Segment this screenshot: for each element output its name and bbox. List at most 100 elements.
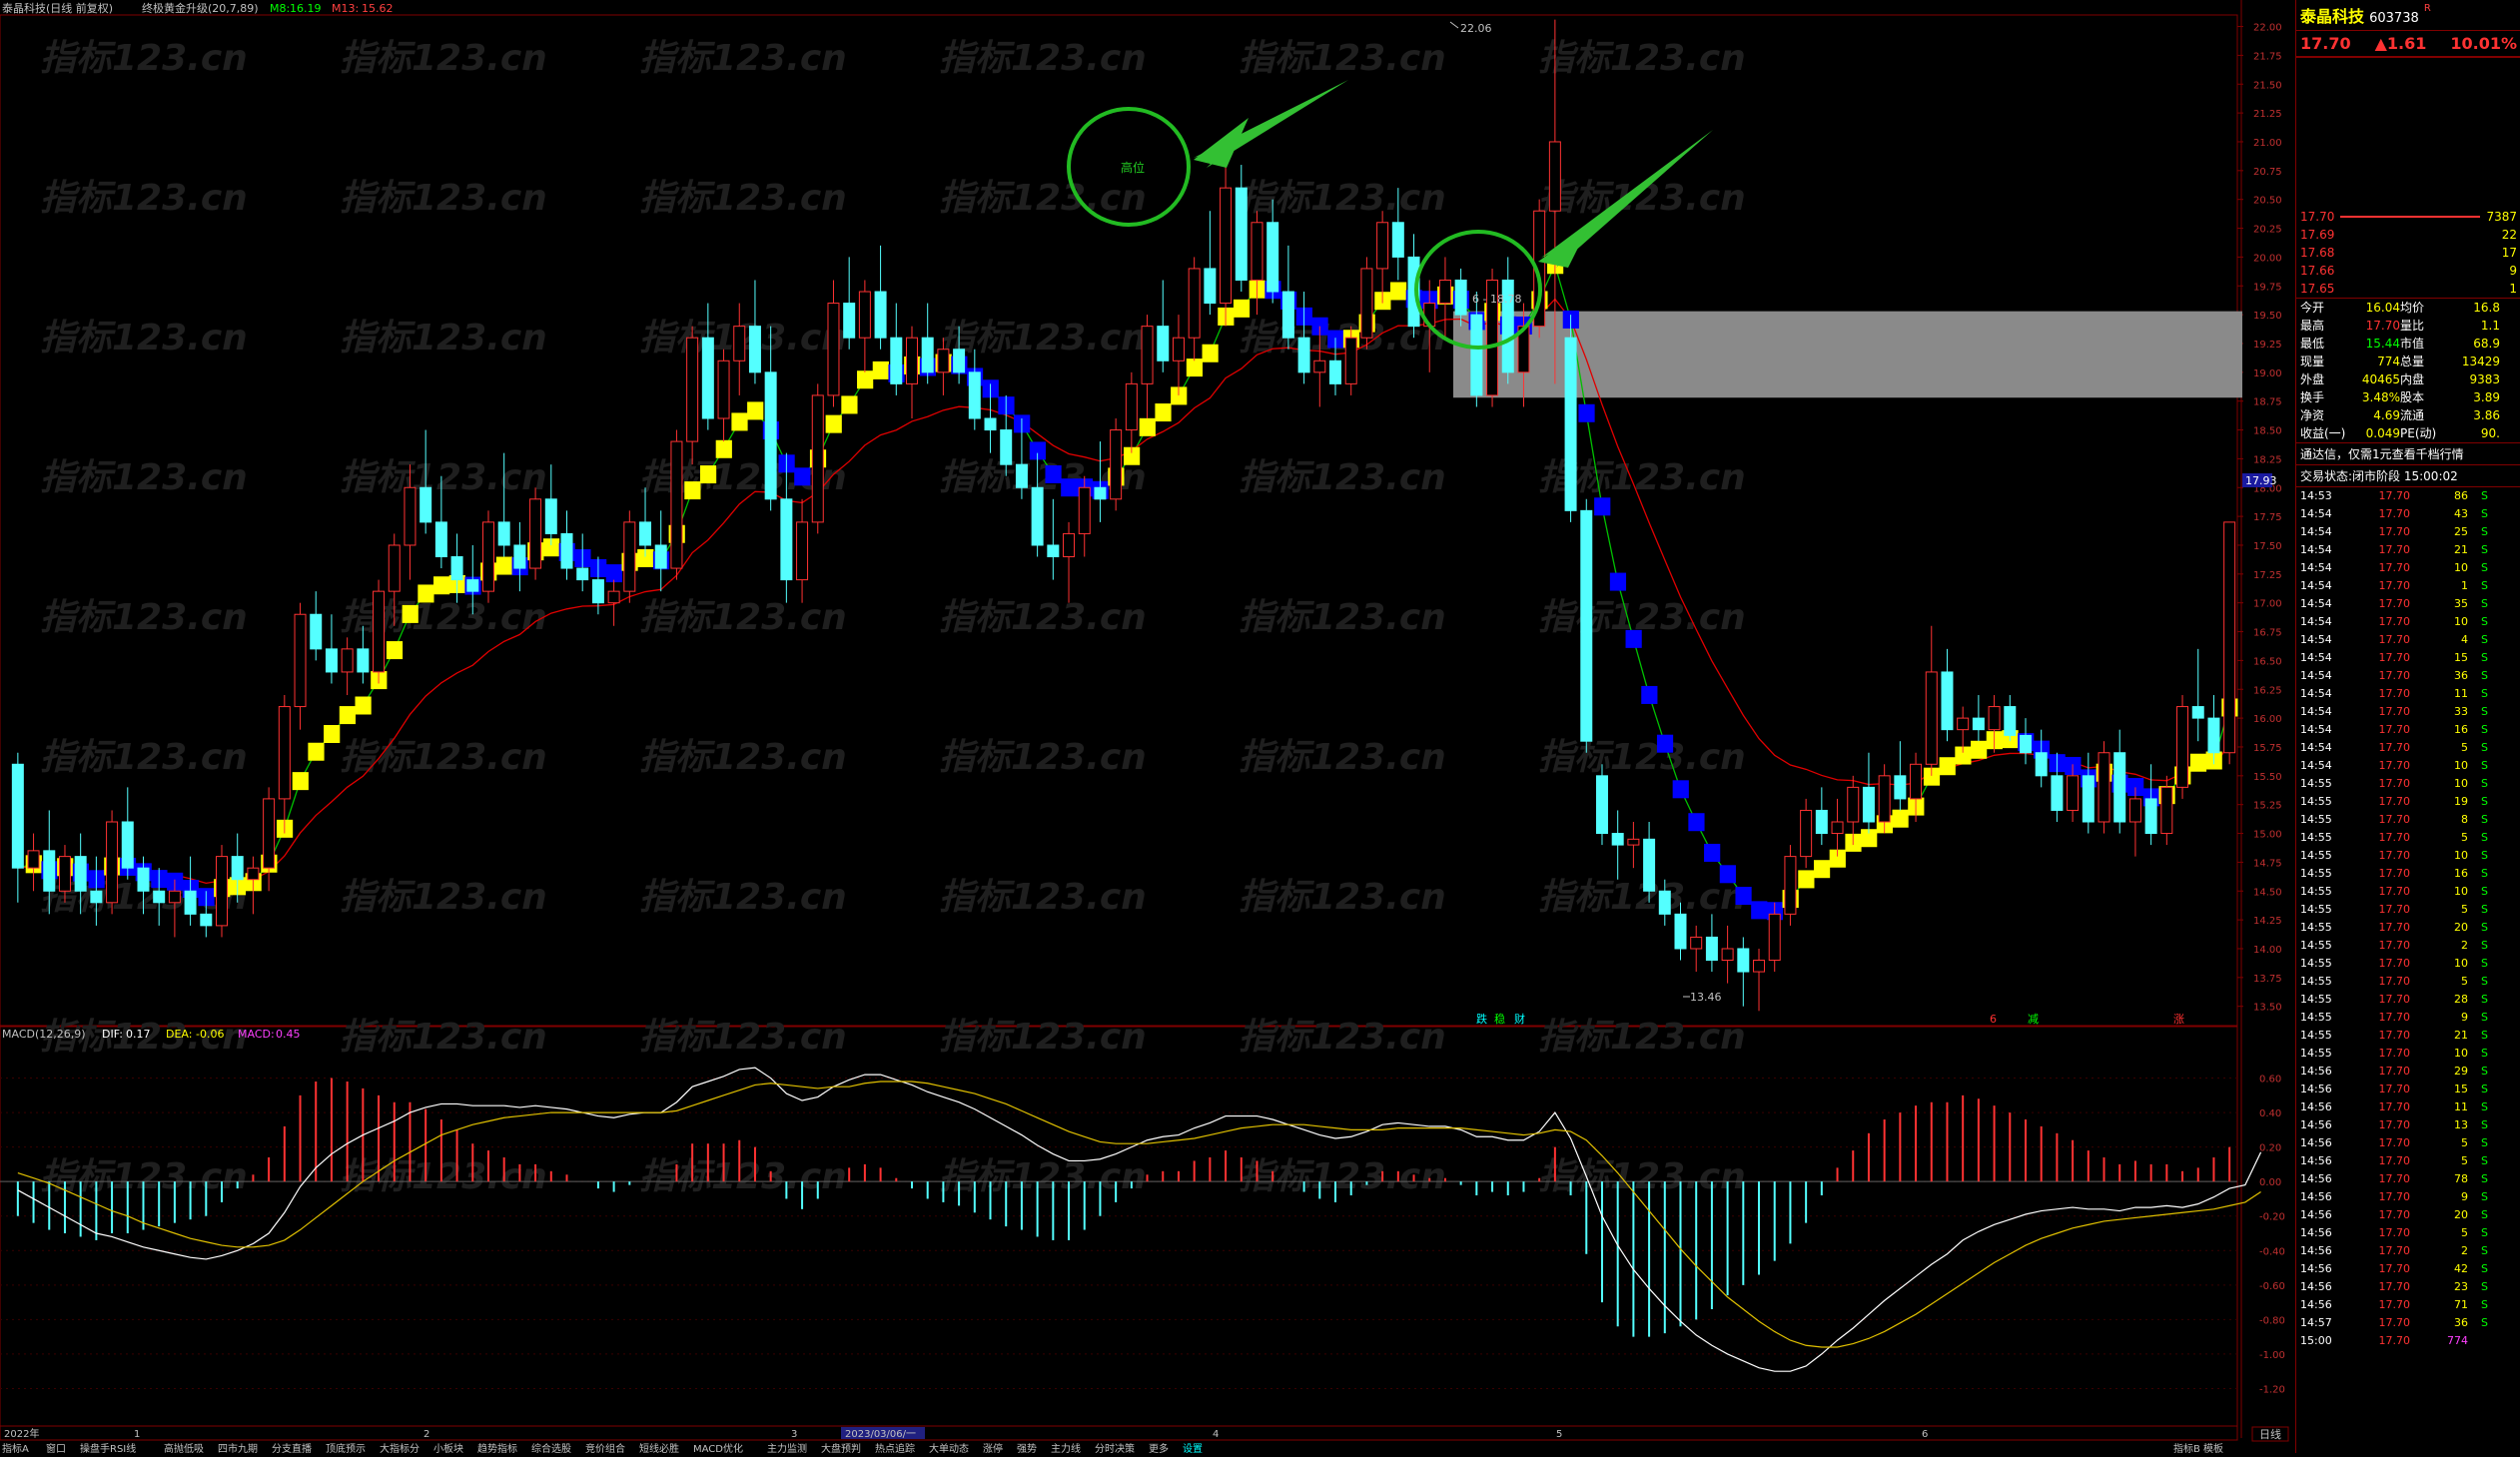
tick-p: 17.70 <box>2378 849 2411 862</box>
candle <box>1957 706 1970 753</box>
tick-p: 17.70 <box>2378 1280 2411 1293</box>
bid-price: 17.65 <box>2300 282 2335 296</box>
tick-t: 14:55 <box>2300 903 2332 916</box>
notice-text[interactable]: 通达信，仅需1元查看千档行情 <box>2300 447 2464 461</box>
watermark-text: 指标123.cn <box>939 318 1147 359</box>
footer-tab[interactable]: 综合选股 <box>531 1442 571 1455</box>
tick-p: 17.70 <box>2378 597 2411 610</box>
footer-tab[interactable]: 小板块 <box>433 1442 463 1455</box>
candle-body-up <box>1110 429 1123 500</box>
bid-volume: 9 <box>2509 264 2517 278</box>
candle <box>481 510 494 603</box>
footer-tab[interactable]: 更多 <box>1149 1442 1169 1455</box>
tick-v: 33 <box>2454 705 2468 718</box>
tick-p: 17.70 <box>2378 1136 2411 1149</box>
price-tick-label: 20.00 <box>2253 253 2282 264</box>
candle-body-down <box>2019 734 2032 754</box>
candle <box>1941 648 1954 742</box>
mid-price-label: 6 - 18.78 <box>1472 293 1521 306</box>
quote-header: 泰晶科技 603738 R <box>2296 0 2520 31</box>
candle-body-up <box>1188 268 1201 339</box>
footer-tab[interactable]: 热点追踪 <box>875 1442 915 1455</box>
footer-tab[interactable]: 高抛低吸 <box>164 1442 204 1455</box>
footer-tab[interactable]: 分时决策 <box>1095 1442 1135 1455</box>
timeline-label: 4 <box>1213 1429 1219 1440</box>
footer-tab[interactable]: 大盘预判 <box>821 1442 861 1455</box>
tick-row: 14:56 17.70 11 S <box>2296 1098 2520 1116</box>
stat-cell: 68.9 <box>2473 337 2500 351</box>
quote-panel: 泰晶科技 603738 R 17.70 ▲1.61 10.01% 17.70 73… <box>2295 0 2520 1453</box>
order-book-row: 17.69 22 <box>2296 226 2520 244</box>
band-step-down <box>605 564 622 583</box>
tick-row: 14:56 17.70 23 S <box>2296 1278 2520 1296</box>
signal-label-5: 减 <box>2028 1013 2039 1026</box>
candle-body-up <box>1141 326 1154 384</box>
tick-t: 14:54 <box>2300 651 2332 664</box>
candle-body-down <box>1297 337 1310 373</box>
tick-s: S <box>2481 759 2488 772</box>
stat-row: 今开 16.04 均价 16.8 <box>2296 299 2520 317</box>
footer-tab[interactable]: MACD优化 <box>693 1442 743 1455</box>
stock-suffix: R <box>2423 3 2431 14</box>
tick-s: S <box>2481 795 2488 808</box>
footer-tab[interactable]: 窗口 <box>46 1442 66 1455</box>
candle-body-up <box>905 337 918 384</box>
price-change: ▲1.61 <box>2374 34 2427 53</box>
watermark-text: 指标123.cn <box>340 178 547 219</box>
tick-list[interactable]: 14:53 17.70 86 S 14:54 17.70 43 S 14:54 17.70 25 S 1… <box>2296 487 2520 1350</box>
tick-s: S <box>2481 1316 2488 1329</box>
footer-tab[interactable]: 顶底预示 <box>326 1442 366 1455</box>
tick-v: 42 <box>2454 1262 2468 1275</box>
footer-tab[interactable]: 四市九期 <box>218 1442 258 1455</box>
tick-v: 5 <box>2461 903 2468 916</box>
period-button[interactable]: 日线 <box>2259 1427 2281 1441</box>
footer-tab[interactable]: 主力监测 <box>767 1442 807 1455</box>
tick-v: 36 <box>2454 669 2468 682</box>
footer-tab[interactable]: 操盘手RSI线 <box>80 1442 136 1455</box>
tick-s: S <box>2481 1280 2488 1293</box>
footer-tab[interactable]: 主力线 <box>1051 1442 1081 1455</box>
tick-row: 14:54 17.70 5 S <box>2296 739 2520 757</box>
footer-tab[interactable]: 趋势指标 <box>477 1442 517 1455</box>
tick-v: 36 <box>2454 1316 2468 1329</box>
tick-row: 14:55 17.70 19 S <box>2296 793 2520 811</box>
watermark-text: 指标123.cn <box>40 178 248 219</box>
candle <box>1110 418 1123 511</box>
footer-tab[interactable]: 大单动态 <box>929 1442 969 1455</box>
candle-body-up <box>717 360 730 419</box>
candle-body-down <box>1015 463 1028 488</box>
tick-t: 14:54 <box>2300 759 2332 772</box>
candle <box>27 833 40 892</box>
candle-body-down <box>434 521 447 558</box>
indicator-tabs[interactable]: 指标A 窗口 操盘手RSI线 高抛低吸 四市九期 分支直播 顶底预示 大指标分 小板块 趋势指标 综… <box>2 1442 1203 1455</box>
candle-body-down <box>1941 671 1954 731</box>
tick-row: 14:54 17.70 43 S <box>2296 505 2520 523</box>
low-price-label: 13.46 <box>1690 991 1722 1004</box>
footer-tab[interactable]: 涨停 <box>983 1442 1003 1455</box>
price-tick-label: 20.50 <box>2253 196 2282 207</box>
footer-tab[interactable]: 短线必胜 <box>639 1442 679 1455</box>
candle <box>1157 280 1170 372</box>
tick-row: 14:56 17.70 13 S <box>2296 1116 2520 1134</box>
footer-tab[interactable]: 竞价组合 <box>585 1442 625 1455</box>
watermark-text: 指标123.cn <box>939 877 1147 918</box>
tick-t: 14:56 <box>2300 1136 2332 1149</box>
tick-p: 17.70 <box>2378 939 2411 952</box>
bid-bar-icon <box>2340 216 2481 218</box>
tick-t: 14:57 <box>2300 1316 2332 1329</box>
footer-tab[interactable]: 大指标分 <box>380 1442 420 1455</box>
footer-tab[interactable]: 指标A <box>2 1442 29 1455</box>
quote-stats: 今开 16.04 均价 16.8 最高 17.70 量比 1.1 最低 15.44 市值 68.9 现量… <box>2296 299 2520 443</box>
footer-tab[interactable]: 设置 <box>1183 1443 1203 1455</box>
footer-tab[interactable]: 强势 <box>1017 1442 1037 1455</box>
stat-row: 净资 4.69 流通 3.86 <box>2296 406 2520 424</box>
footer-right-label[interactable]: 指标B 模板 <box>2173 1442 2223 1455</box>
candle <box>748 280 761 384</box>
chart-canvas[interactable]: 指标123.cn 指标123.cn 指标123.cn 指标123.cn 指标123.cn… <box>0 0 2520 1455</box>
candle <box>1690 925 1703 973</box>
tick-v: 21 <box>2454 543 2468 556</box>
watermark-text: 指标123.cn <box>340 597 547 638</box>
dif-value: 0.17 <box>126 1028 151 1041</box>
footer-tab[interactable]: 分支直播 <box>272 1442 312 1455</box>
tick-row: 14:55 17.70 20 S <box>2296 919 2520 937</box>
